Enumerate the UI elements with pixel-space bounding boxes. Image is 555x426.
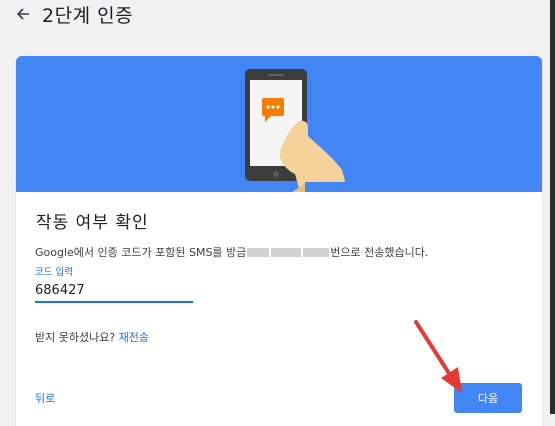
not-received-text: 받지 못하셨나요? 재전송	[35, 329, 149, 345]
hero-banner	[16, 56, 542, 192]
window-edge	[550, 0, 555, 414]
resend-link[interactable]: 재전송	[119, 331, 149, 344]
next-button[interactable]: 다음	[454, 383, 522, 413]
phone-message-icon	[245, 69, 349, 192]
verification-card: 작동 여부 확인 Google에서 인증 코드가 포함된 SMS를 방금 번으로…	[16, 56, 542, 426]
code-input-label: 코드 입력	[35, 267, 73, 278]
page-title: 2단계 인증	[42, 5, 134, 27]
section-title: 작동 여부 확인	[36, 213, 149, 233]
desc-prefix: Google에서 인증 코드가 포함된 SMS를 방금	[35, 246, 247, 259]
page-header: 2단계 인증	[0, 0, 550, 30]
sms-sent-description: Google에서 인증 코드가 포함된 SMS를 방금 번으로 전송했습니다.	[35, 244, 428, 260]
code-input[interactable]	[35, 279, 193, 303]
back-button[interactable]: 뒤로	[35, 390, 55, 406]
masked-phone-number	[246, 247, 330, 257]
back-arrow-icon[interactable]	[12, 3, 34, 25]
not-received-label: 받지 못하셨나요?	[35, 331, 116, 344]
desc-suffix: 번으로 전송했습니다.	[330, 246, 429, 259]
